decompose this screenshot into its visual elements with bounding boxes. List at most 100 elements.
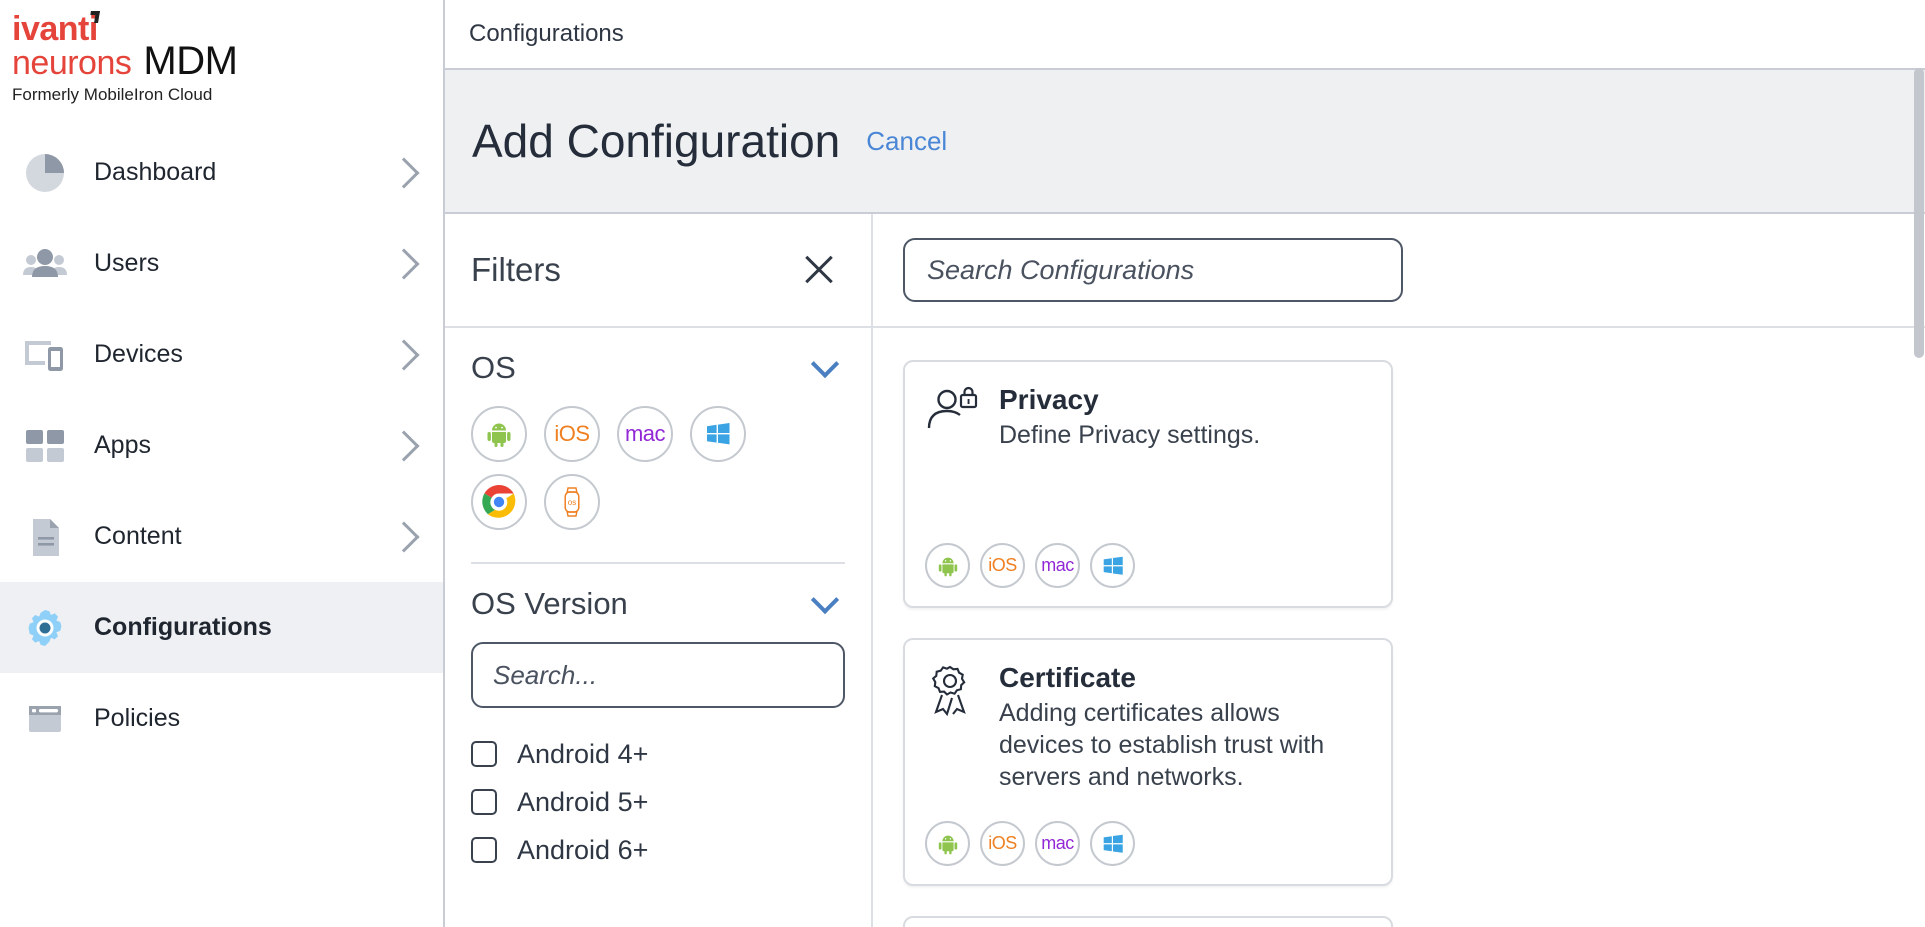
sidebar-label: Users: [94, 249, 393, 278]
windows-icon: [705, 421, 731, 447]
search-input[interactable]: [903, 238, 1403, 302]
card-title: Certificate: [999, 662, 1371, 694]
filters-header: Filters: [445, 214, 871, 328]
macos-icon: mac: [1041, 555, 1074, 576]
sidebar-label: Configurations: [94, 613, 415, 642]
search-bar: [873, 214, 1925, 328]
chevron-right-icon: [388, 339, 419, 370]
sidebar-item-content[interactable]: Content: [0, 491, 443, 582]
configuration-card-passcode[interactable]: Passcode Define the passcode requirement…: [903, 916, 1393, 927]
android-icon: [936, 832, 960, 856]
svg-text:os: os: [568, 498, 576, 507]
filter-section-os-version-header[interactable]: OS Version: [471, 586, 845, 622]
os-option-windows[interactable]: [690, 406, 746, 462]
platform-badge-android: [925, 543, 970, 588]
sidebar-item-policies[interactable]: Policies: [0, 673, 443, 764]
apps-grid-icon: [22, 423, 68, 469]
breadcrumb[interactable]: Configurations: [469, 20, 624, 48]
main-content: Configurations Add Configuration Cancel …: [445, 0, 1925, 927]
checkbox-box[interactable]: [471, 789, 497, 815]
configuration-card-certificate[interactable]: Certificate Adding certificates allows d…: [903, 638, 1393, 886]
checkbox-android-5[interactable]: Android 5+: [471, 778, 845, 826]
policy-icon: [22, 696, 68, 742]
platform-badge-windows: [1090, 821, 1135, 866]
page-header-banner: Add Configuration Cancel: [445, 68, 1925, 214]
checkbox-label: Android 5+: [517, 787, 648, 818]
pie-chart-icon: [22, 150, 68, 196]
users-icon: [22, 241, 68, 287]
brand-neurons-text: neurons: [12, 46, 131, 80]
checkbox-box[interactable]: [471, 741, 497, 767]
breadcrumb-bar: Configurations: [445, 0, 1925, 68]
platform-badge-mac: mac: [1035, 543, 1080, 588]
body-area: Filters OS: [445, 214, 1925, 927]
brand-subtitle: Formerly MobileIron Cloud: [12, 85, 443, 105]
filters-panel: Filters OS: [445, 214, 873, 927]
ios-icon: iOS: [988, 833, 1017, 854]
android-icon: [936, 554, 960, 578]
filter-section-os-header[interactable]: OS: [471, 350, 845, 386]
sidebar-label: Apps: [94, 431, 393, 460]
checkbox-label: Android 4+: [517, 739, 648, 770]
platform-badge-mac: mac: [1035, 821, 1080, 866]
chevron-right-icon: [388, 521, 419, 552]
sidebar-label: Dashboard: [94, 158, 393, 187]
card-text: Privacy Define Privacy settings.: [999, 384, 1371, 451]
sidebar-label: Devices: [94, 340, 393, 369]
macos-icon: mac: [625, 421, 665, 447]
brand-ivanti-text: ivanti: [12, 14, 98, 45]
ios-icon: iOS: [554, 421, 589, 447]
ios-icon: iOS: [988, 555, 1017, 576]
os-option-android[interactable]: [471, 406, 527, 462]
os-option-watchos[interactable]: os: [544, 474, 600, 530]
os-option-mac[interactable]: mac: [617, 406, 673, 462]
page-title: Add Configuration: [472, 114, 840, 168]
brand-product-text: MDM: [143, 41, 237, 81]
platform-badge-ios: iOS: [980, 543, 1025, 588]
filter-section-os: OS: [445, 328, 871, 530]
devices-icon: [22, 332, 68, 378]
checkbox-label: Android 6+: [517, 835, 648, 866]
os-filter-options: iOS mac: [471, 406, 811, 530]
chevron-right-icon: [388, 430, 419, 461]
os-option-chrome[interactable]: [471, 474, 527, 530]
brand-logo[interactable]: ivanti neurons MDM Formerly MobileIron C…: [0, 0, 443, 105]
macos-icon: mac: [1041, 833, 1074, 854]
watchos-icon: os: [558, 487, 586, 517]
card-header: Privacy Define Privacy settings.: [925, 384, 1371, 451]
card-platform-badges: iOS mac: [925, 821, 1371, 866]
os-version-search-input[interactable]: [471, 642, 845, 708]
chevron-down-icon[interactable]: [811, 350, 839, 378]
chevron-right-icon: [388, 157, 419, 188]
checkbox-android-4[interactable]: Android 4+: [471, 730, 845, 778]
chevron-down-icon[interactable]: [811, 586, 839, 614]
app-root: ivanti neurons MDM Formerly MobileIron C…: [0, 0, 1925, 927]
card-description: Define Privacy settings.: [999, 419, 1371, 451]
sidebar-item-configurations[interactable]: Configurations: [0, 582, 443, 673]
os-version-checkbox-list: Android 4+ Android 5+ Android 6+: [471, 730, 845, 874]
checkbox-android-6[interactable]: Android 6+: [471, 826, 845, 874]
sidebar-item-users[interactable]: Users: [0, 218, 443, 309]
sidebar-item-apps[interactable]: Apps: [0, 400, 443, 491]
filter-section-os-version: OS Version Android 4+ Android 5+: [445, 564, 871, 874]
platform-badge-android: [925, 821, 970, 866]
cancel-button[interactable]: Cancel: [866, 126, 947, 157]
sidebar-item-devices[interactable]: Devices: [0, 309, 443, 400]
page-scrollbar[interactable]: [1913, 0, 1925, 927]
gear-icon: [22, 605, 68, 651]
person-lock-icon: [925, 384, 983, 451]
sidebar-item-dashboard[interactable]: Dashboard: [0, 127, 443, 218]
scrollbar-thumb[interactable]: [1914, 68, 1924, 358]
filter-section-title: OS: [471, 350, 516, 386]
configuration-card-privacy[interactable]: Privacy Define Privacy settings.: [903, 360, 1393, 608]
checkbox-box[interactable]: [471, 837, 497, 863]
card-platform-badges: iOS mac: [925, 543, 1371, 588]
close-icon[interactable]: [801, 252, 837, 288]
card-description: Adding certificates allows devices to es…: [999, 697, 1371, 793]
android-icon: [484, 419, 514, 449]
chrome-icon: [481, 484, 517, 520]
os-option-ios[interactable]: iOS: [544, 406, 600, 462]
certificate-ribbon-icon: [925, 662, 983, 793]
card-header: Certificate Adding certificates allows d…: [925, 662, 1371, 793]
filters-title: Filters: [471, 251, 561, 289]
